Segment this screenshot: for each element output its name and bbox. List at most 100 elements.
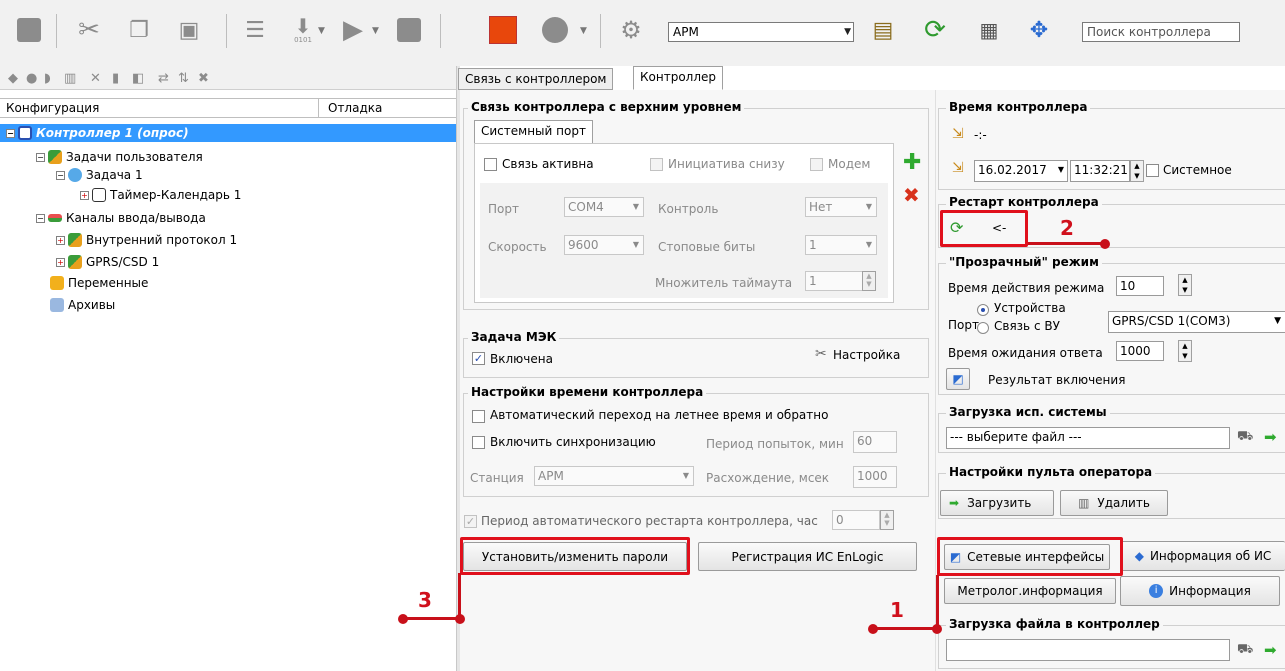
report-icon[interactable]: ▤ [866,10,900,50]
initiative-checkbox[interactable] [650,158,663,171]
sync-checkbox[interactable] [472,436,485,449]
timeout-mult-input[interactable]: 1 [805,271,863,291]
sync-label: Включить синхронизацию [490,435,656,449]
result-button[interactable]: ◩ [946,368,970,390]
mode-port-select[interactable]: GPRS/CSD 1(COM3) ▼ [1108,311,1285,333]
tree-item-timer-calendar[interactable]: + Таймер-Календарь 1 [80,186,241,204]
tree-tool-icon[interactable]: ✖ [198,71,209,86]
network-icon[interactable]: ✥ [1022,10,1056,50]
duration-spinner[interactable]: ▲ ▼ [1178,274,1192,296]
link-active-checkbox[interactable] [484,158,497,171]
tree-tool-icon[interactable]: ▥ [64,71,76,86]
time-spinner[interactable]: ▲ ▼ [1130,160,1144,182]
tree-tool-icon[interactable]: ◗ [44,71,51,86]
control-label: Контроль [658,202,719,216]
clock-write-icon[interactable]: ⇲ [952,160,964,176]
tools-icon[interactable]: ✂ [815,346,827,362]
stop-gray-button[interactable] [12,10,46,50]
is-info-button[interactable]: ◆ Информация об ИС [1120,541,1285,571]
stop-red-button[interactable] [486,10,520,50]
dst-checkbox[interactable] [472,410,485,423]
chevron-down-icon[interactable]: ▼ [318,26,328,36]
modem-checkbox[interactable] [810,158,823,171]
link-vu-radio[interactable] [977,322,989,334]
tree-item-gprs-csd[interactable]: + GPRS/CSD 1 [56,253,159,271]
clock-read-icon[interactable]: ⇲ [952,126,964,142]
add-icon[interactable]: ✚ [903,150,921,175]
search-input[interactable]: Поиск контроллера [1082,22,1240,42]
record-icon[interactable] [538,10,572,50]
cart-icon[interactable]: ⛟ [1237,429,1253,446]
operator-load-button[interactable]: ➡ Загрузить [940,490,1054,516]
tab-connection[interactable]: Связь с контроллером [458,68,614,90]
link-active-label: Связь активна [502,157,594,171]
system-time-checkbox[interactable] [1146,164,1159,177]
iec-settings-link[interactable]: Настройка [833,348,900,362]
station-combo[interactable]: АРМ ▼ [668,22,854,42]
tree-item-user-tasks[interactable]: − Задачи пользователя [36,148,203,166]
info-button[interactable]: i Информация [1120,576,1280,606]
chevron-down-icon[interactable]: ▼ [372,26,382,36]
controller-file-input[interactable] [946,639,1230,661]
response-spinner[interactable]: ▲ ▼ [1178,340,1192,362]
control-select[interactable]: Нет ▼ [805,197,877,217]
annotation-line [458,573,461,620]
play-icon[interactable]: ▶ [336,10,370,50]
annotation-number-3: 3 [418,588,432,612]
tree-item-archives[interactable]: Архивы [50,296,115,314]
load-arrow-icon[interactable]: ➡ [1264,641,1277,659]
column-header-debug[interactable]: Отладка [328,101,382,115]
list-numbered-icon[interactable]: ☰ [238,10,272,50]
metrolog-info-button[interactable]: Метролог.информация [944,578,1116,604]
delete-icon[interactable]: ✖ [903,183,920,207]
duration-input[interactable]: 10 [1116,276,1164,296]
tab-system-port[interactable]: Системный порт [474,120,593,144]
register-is-button[interactable]: Регистрация ИС EnLogic [698,542,917,571]
cart-icon[interactable]: ⛟ [1237,642,1253,659]
tree-tool-icon[interactable]: ◆ [8,71,18,86]
column-header-config[interactable]: Конфигурация [6,101,99,115]
tree-item-task-1[interactable]: − Задача 1 [56,166,143,184]
time-input[interactable]: 11:32:21 [1070,160,1130,182]
tree-item-internal-protocol[interactable]: + Внутренний протокол 1 [56,231,237,249]
cut-icon[interactable]: ✂ [72,10,106,50]
tree-tool-icon[interactable]: ▮ [112,71,119,86]
auto-restart-checkbox[interactable]: ✓ [464,515,477,528]
timeout-mult-spinner[interactable]: ▲ ▼ [862,271,876,291]
tree-tool-icon[interactable]: ⇄ [158,71,169,86]
pause-gray-button[interactable] [392,10,426,50]
tree-tool-icon[interactable]: ● [26,71,37,86]
tree-tool-icon[interactable]: ◧ [132,71,144,86]
gear-icon[interactable]: ⚙ [614,10,648,50]
tree-item-io-channels[interactable]: − Каналы ввода/вывода [36,209,206,227]
protocol-icon [68,233,82,247]
port-select[interactable]: COM4 ▼ [564,197,644,217]
attempt-period-input[interactable]: 60 [853,431,897,453]
operator-delete-button[interactable]: ▥ Удалить [1060,490,1168,516]
auto-restart-spinner[interactable]: ▲ ▼ [880,510,894,530]
download-binary-icon[interactable]: ⬇ 0101 [286,10,320,50]
divergence-input[interactable]: 1000 [853,466,897,488]
devices-radio[interactable] [977,304,989,316]
station-select[interactable]: АРМ ▼ [534,466,694,486]
trash-icon: ▥ [1078,496,1090,510]
chevron-down-icon[interactable]: ▼ [580,26,590,36]
tree-item-controller[interactable]: − Контроллер 1 (опрос) [0,124,456,142]
group-title: Настройки пульта оператора [946,465,1156,479]
copy-icon[interactable]: ❐ [122,10,156,50]
load-arrow-icon[interactable]: ➡ [1264,428,1277,446]
date-picker[interactable]: 16.02.2017 ▼ [974,160,1068,182]
tree-item-variables[interactable]: Переменные [50,274,148,292]
stop-bits-select[interactable]: 1 ▼ [805,235,877,255]
tree-tool-icon[interactable]: ✕ [90,71,101,86]
os-file-input[interactable]: --- выберите файл --- [946,427,1230,449]
tab-controller[interactable]: Контроллер [633,66,723,90]
iec-enabled-checkbox[interactable]: ✓ [472,352,485,365]
speed-select[interactable]: 9600 ▼ [564,235,644,255]
document-icon[interactable]: ▦ [972,10,1006,50]
response-input[interactable]: 1000 [1116,341,1164,361]
paste-icon[interactable]: ▣ [172,10,206,50]
auto-restart-input[interactable]: 0 [832,510,880,530]
refresh-icon[interactable]: ⟳ [918,10,952,50]
tree-tool-icon[interactable]: ⇅ [178,71,189,86]
